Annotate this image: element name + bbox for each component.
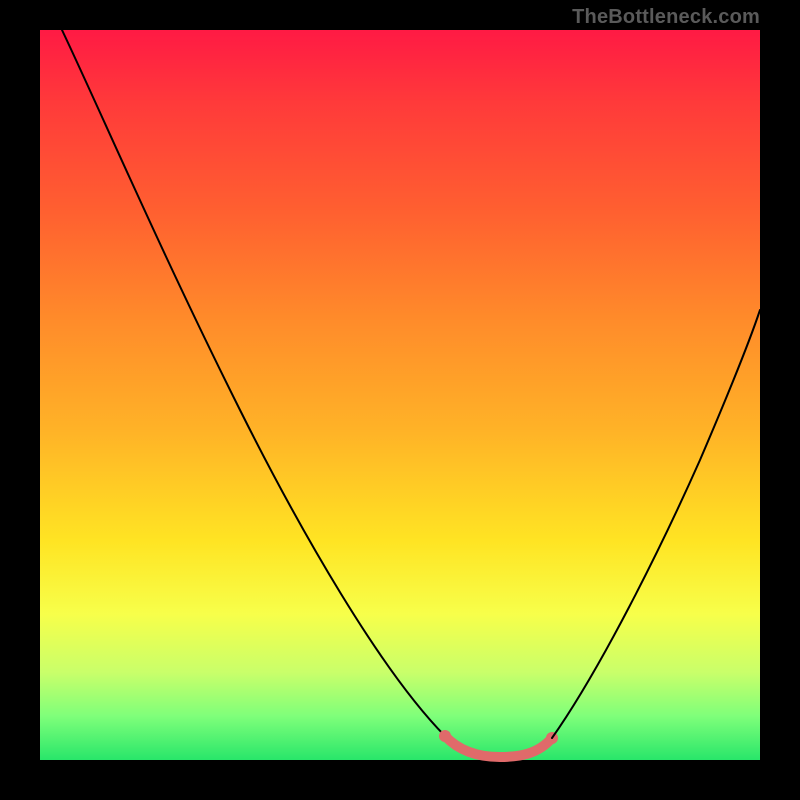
chart-svg — [40, 30, 760, 760]
valley-floor-highlight — [445, 736, 552, 757]
right-branch-line — [552, 310, 760, 738]
left-branch-line — [62, 30, 445, 736]
watermark-text: TheBottleneck.com — [572, 6, 760, 29]
chart-frame: TheBottleneck.com — [0, 0, 800, 800]
valley-start-dot — [439, 730, 451, 742]
